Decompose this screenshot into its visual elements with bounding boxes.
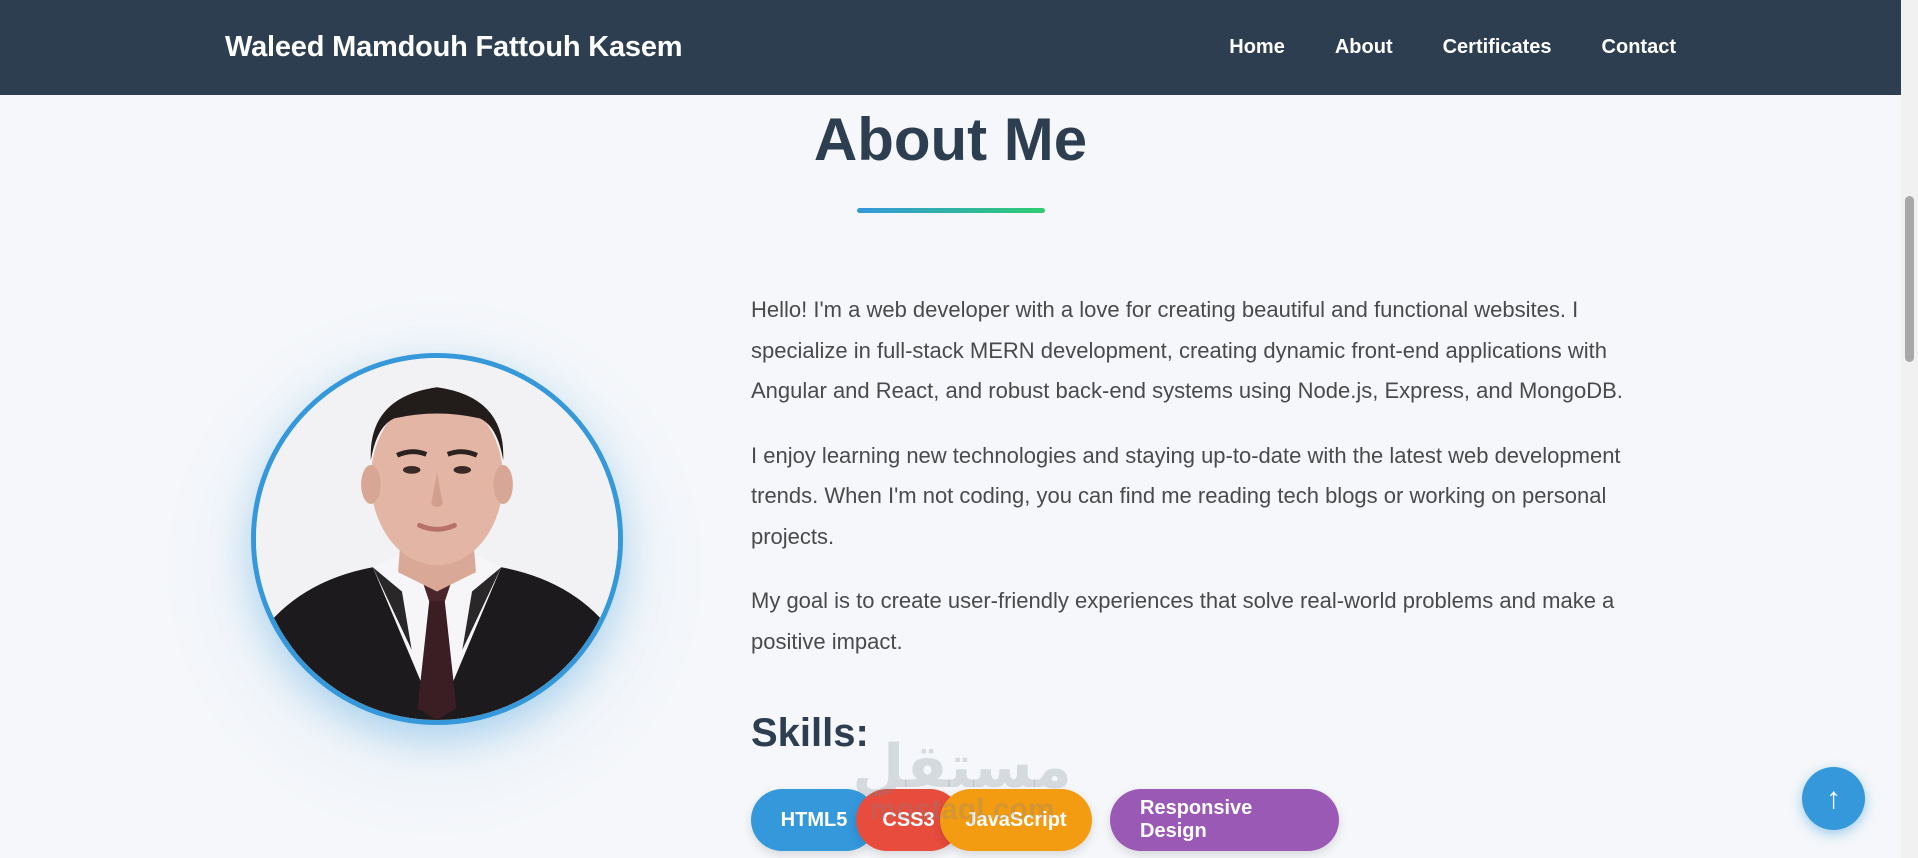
skill-tag-responsive-design[interactable]: Responsive Design <box>1110 789 1339 851</box>
page-scrollbar[interactable] <box>1901 0 1918 858</box>
site-brand[interactable]: Waleed Mamdouh Fattouh Kasem <box>225 0 683 95</box>
about-paragraph-1: Hello! I'm a web developer with a love f… <box>751 297 1623 403</box>
skills-list: HTML5 CSS3 JavaScript Responsive Design <box>751 789 1339 851</box>
about-paragraph-2: I enjoy learning new technologies and st… <box>751 442 1621 549</box>
arrow-up-icon: ↑ <box>1826 781 1841 815</box>
nav-links: Home About Certificates Contact <box>1229 0 1676 95</box>
navbar: Waleed Mamdouh Fattouh Kasem Home About … <box>0 0 1901 95</box>
title-underline <box>857 208 1045 213</box>
skills-heading: Skills: <box>751 711 869 755</box>
about-title: About Me <box>813 106 1088 173</box>
nav-link-about[interactable]: About <box>1335 36 1393 59</box>
back-to-top-button[interactable]: ↑ <box>1802 767 1865 830</box>
nav-link-certificates[interactable]: Certificates <box>1443 36 1552 59</box>
scrollbar-thumb[interactable] <box>1905 196 1914 362</box>
about-description: Hello! I'm a web developer with a love f… <box>751 290 1661 686</box>
skill-tag-javascript[interactable]: JavaScript <box>940 789 1092 851</box>
nav-link-contact[interactable]: Contact <box>1602 36 1676 59</box>
about-paragraph-3: My goal is to create user-friendly exper… <box>751 588 1615 654</box>
profile-photo <box>251 353 623 725</box>
nav-link-home[interactable]: Home <box>1229 36 1285 59</box>
